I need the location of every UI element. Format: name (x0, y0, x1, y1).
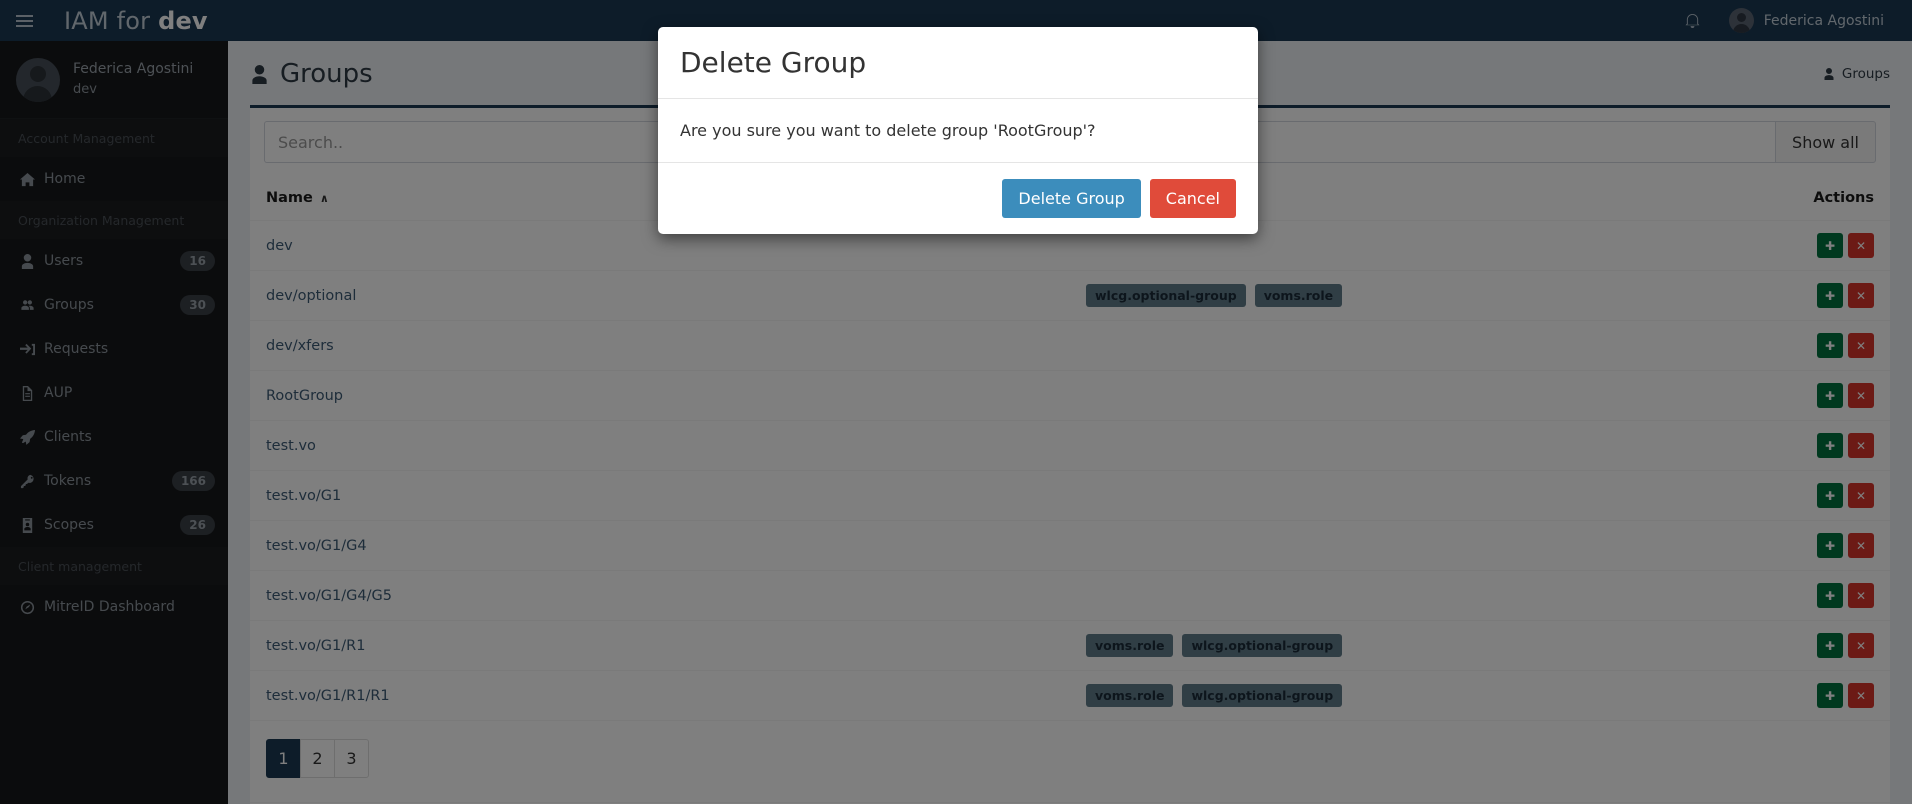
cancel-button[interactable]: Cancel (1149, 179, 1236, 218)
modal-footer: Delete Group Cancel (658, 162, 1258, 234)
application-window: IAM for dev Federica Agostini Federica A… (0, 0, 1912, 804)
modal-header: Delete Group (658, 27, 1258, 99)
confirm-delete-group-button[interactable]: Delete Group (1002, 179, 1141, 218)
modal-title: Delete Group (680, 46, 867, 79)
modal-body: Are you sure you want to delete group 'R… (658, 99, 1258, 162)
delete-group-modal: Delete Group Are you sure you want to de… (658, 27, 1258, 234)
modal-message: Are you sure you want to delete group 'R… (680, 121, 1096, 140)
